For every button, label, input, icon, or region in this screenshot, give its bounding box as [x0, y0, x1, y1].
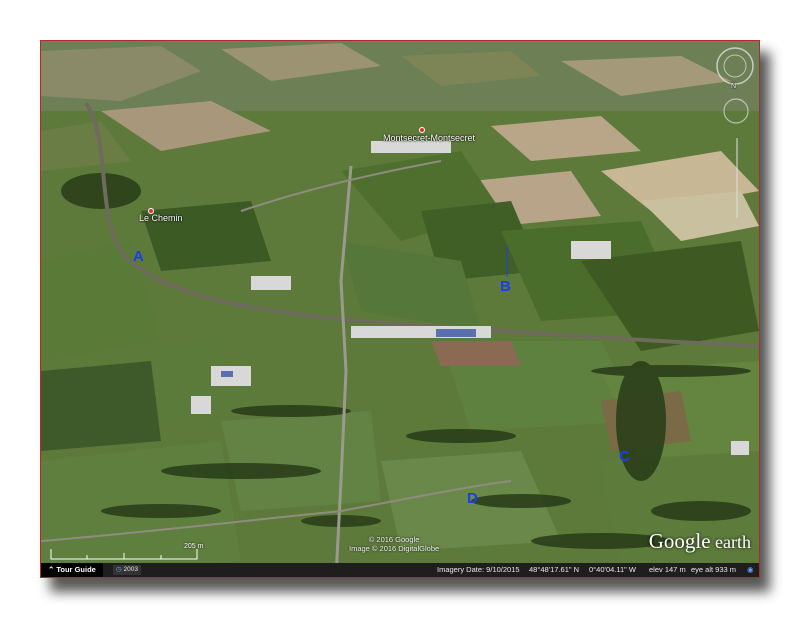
logo-google: Google	[648, 529, 711, 553]
copyright-line: © 2016 Google	[368, 535, 420, 544]
satellite-map[interactable]	[41, 41, 759, 577]
year-label: 2003	[123, 566, 138, 573]
marker-c[interactable]: C	[619, 449, 630, 464]
north-indicator[interactable]: N	[731, 83, 736, 90]
status-bar: ⌃ Tour Guide ◷ 2003 Imagery Date: 9/10/2…	[41, 563, 759, 577]
google-earth-logo: Google earth	[649, 529, 751, 554]
elevation: elev 147 m	[649, 565, 686, 574]
marker-a[interactable]: A	[133, 249, 144, 264]
marker-b[interactable]: B	[500, 279, 511, 294]
historical-imagery-button[interactable]: ◷ 2003	[113, 565, 141, 575]
latitude: 48°48'17.61" N	[529, 565, 580, 574]
longitude: 0°40'04.11" W	[589, 565, 636, 574]
eye-altitude: eye alt 933 m	[691, 565, 737, 574]
streaming-status-icon: ◉	[747, 565, 754, 574]
place-label-le-chemin[interactable]: Le Chemin	[139, 213, 183, 223]
tour-guide-label: Tour Guide	[56, 565, 96, 574]
zoom-control-icon[interactable]	[721, 96, 751, 126]
copyright: © 2016 Google Image © 2016 DigitalGlobe	[349, 535, 439, 553]
logo-earth: earth	[715, 532, 751, 552]
clock-icon: ◷	[116, 566, 122, 573]
marker-d[interactable]: D	[467, 491, 478, 506]
place-label-montsecret[interactable]: Montsecret-Montsecret	[383, 133, 475, 143]
map-frame: A B C D Montsecret-Montsecret Le Chemin …	[40, 40, 760, 578]
tour-guide-button[interactable]: ⌃ Tour Guide	[41, 563, 103, 577]
scale-label: 205 m	[184, 543, 204, 550]
scale-bar	[50, 549, 198, 560]
copyright-line: Image © 2016 DigitalGlobe	[349, 544, 440, 553]
navigation-compass-icon[interactable]	[715, 46, 755, 86]
zoom-slider-icon[interactable]	[731, 133, 743, 223]
imagery-date: Imagery Date: 9/10/2015	[437, 565, 520, 574]
